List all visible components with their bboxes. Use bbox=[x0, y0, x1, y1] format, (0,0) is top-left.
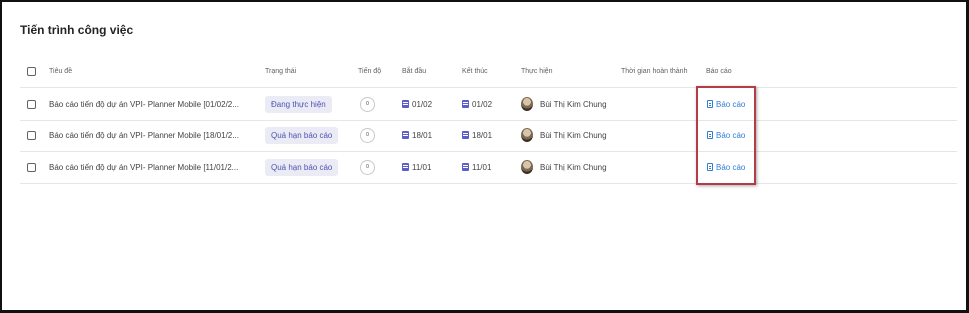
calendar-icon bbox=[402, 163, 409, 171]
start-date-value: 01/02 bbox=[412, 99, 433, 109]
owner[interactable]: Bùi Thị Kim Chung bbox=[521, 151, 607, 183]
progress-ring: 0 bbox=[360, 96, 375, 112]
checkbox-box[interactable] bbox=[27, 99, 36, 109]
end-date-value: 18/01 bbox=[472, 130, 493, 140]
calendar-icon bbox=[402, 100, 409, 108]
calendar-icon bbox=[462, 100, 469, 108]
header-start[interactable]: Bắt đầu bbox=[402, 55, 426, 87]
progress-cell: 0 bbox=[360, 119, 375, 151]
start-date: 01/02 bbox=[402, 88, 432, 120]
task-title[interactable]: Báo cáo tiến độ dự án VPI- Planner Mobil… bbox=[49, 151, 238, 183]
progress-cell: 0 bbox=[360, 151, 375, 183]
progress-cell: 0 bbox=[360, 88, 375, 120]
header-completed[interactable]: Thời gian hoàn thành bbox=[621, 55, 687, 87]
checkbox-box[interactable] bbox=[27, 130, 36, 140]
owner-name: Bùi Thị Kim Chung bbox=[540, 162, 607, 172]
row-checkbox[interactable] bbox=[27, 119, 36, 151]
header-progress[interactable]: Tiến độ bbox=[358, 55, 381, 87]
checkbox-box[interactable] bbox=[27, 162, 36, 172]
row-checkbox[interactable] bbox=[27, 151, 36, 183]
avatar bbox=[521, 128, 533, 142]
start-date: 18/01 bbox=[402, 119, 432, 151]
task-title[interactable]: Báo cáo tiến độ dự án VPI- Planner Mobil… bbox=[49, 119, 239, 151]
status-badge: Đang thực hiện bbox=[265, 88, 332, 120]
status-badge-label: Quá hạn báo cáo bbox=[265, 126, 339, 144]
table-row[interactable]: Báo cáo tiến độ dự án VPI- Planner Mobil… bbox=[20, 151, 957, 184]
status-badge-label: Quá hạn báo cáo bbox=[265, 158, 339, 176]
calendar-icon bbox=[462, 163, 469, 171]
owner[interactable]: Bùi Thị Kim Chung bbox=[521, 119, 607, 151]
status-badge: Quá hạn báo cáo bbox=[265, 119, 339, 151]
task-title[interactable]: Báo cáo tiến độ dự án VPI- Planner Mobil… bbox=[49, 88, 239, 120]
end-date: 11/01 bbox=[462, 151, 491, 183]
owner-name: Bùi Thị Kim Chung bbox=[540, 130, 607, 140]
row-checkbox[interactable] bbox=[27, 88, 36, 120]
avatar bbox=[521, 97, 533, 111]
end-date: 01/02 bbox=[462, 88, 492, 120]
select-all-checkbox[interactable] bbox=[27, 55, 36, 87]
app-window: Tiến trình công việc Tiêu đề Trạng thái … bbox=[0, 0, 969, 313]
progress-ring: 0 bbox=[360, 159, 375, 175]
report-column-highlight bbox=[696, 86, 756, 185]
header-report[interactable]: Báo cáo bbox=[706, 55, 732, 87]
header-owner[interactable]: Thực hiện bbox=[521, 55, 553, 87]
header-end[interactable]: Kết thúc bbox=[462, 55, 488, 87]
owner-name: Bùi Thị Kim Chung bbox=[540, 99, 607, 109]
start-date-value: 11/01 bbox=[412, 162, 432, 172]
table-row[interactable]: Báo cáo tiến độ dự án VPI- Planner Mobil… bbox=[20, 119, 957, 152]
table-header: Tiêu đề Trạng thái Tiến độ Bắt đầu Kết t… bbox=[20, 55, 957, 88]
header-title[interactable]: Tiêu đề bbox=[49, 55, 72, 87]
header-status[interactable]: Trạng thái bbox=[265, 55, 296, 87]
owner[interactable]: Bùi Thị Kim Chung bbox=[521, 88, 607, 120]
calendar-icon bbox=[402, 131, 409, 139]
calendar-icon bbox=[462, 131, 469, 139]
progress-ring: 0 bbox=[360, 127, 375, 143]
status-badge: Quá hạn báo cáo bbox=[265, 151, 339, 183]
checkbox-box[interactable] bbox=[27, 66, 36, 76]
start-date: 11/01 bbox=[402, 151, 431, 183]
end-date: 18/01 bbox=[462, 119, 492, 151]
end-date-value: 11/01 bbox=[472, 162, 492, 172]
status-badge-label: Đang thực hiện bbox=[265, 95, 332, 113]
table-row[interactable]: Báo cáo tiến độ dự án VPI- Planner Mobil… bbox=[20, 88, 957, 121]
page-title: Tiến trình công việc bbox=[20, 23, 134, 37]
end-date-value: 01/02 bbox=[472, 99, 493, 109]
start-date-value: 18/01 bbox=[412, 130, 433, 140]
avatar bbox=[521, 160, 533, 174]
